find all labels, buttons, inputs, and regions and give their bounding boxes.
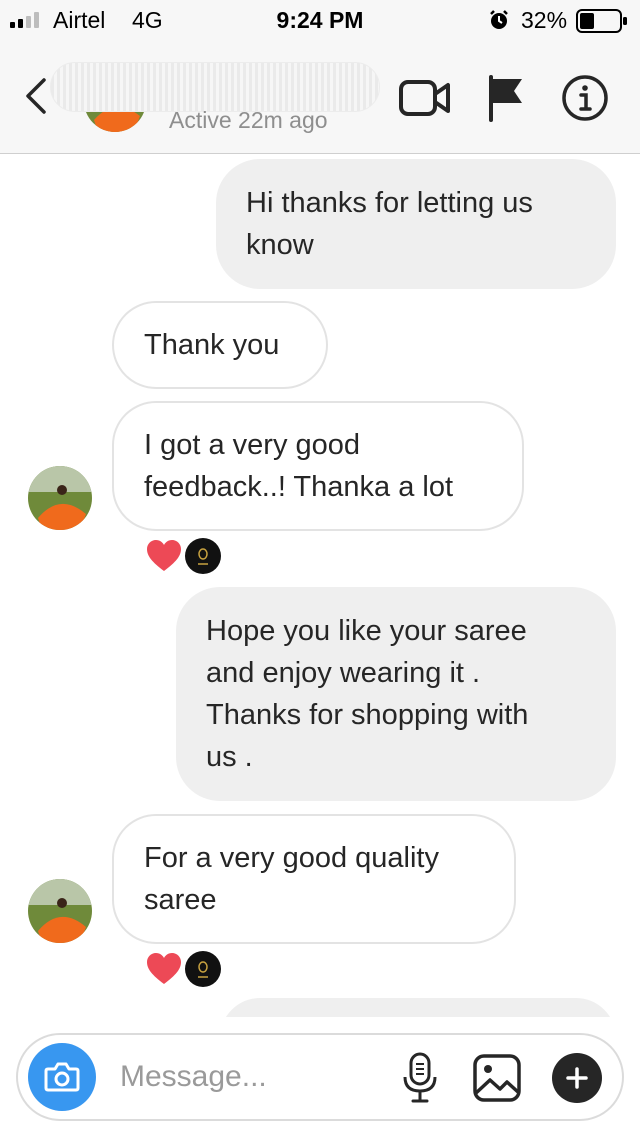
video-call-icon[interactable] xyxy=(398,76,452,120)
message-bubble-received[interactable]: I got a very good feedback..! Thanka a l… xyxy=(112,401,524,531)
message-text-line: and enjoy wearing it . xyxy=(206,657,481,689)
sender-avatar[interactable] xyxy=(28,466,92,530)
camera-icon xyxy=(44,1062,80,1092)
message-bubble-received[interactable]: For a very good quality saree xyxy=(112,814,516,944)
message-text-line: Hi thanks for letting us xyxy=(246,187,533,219)
battery-percentage: 32% xyxy=(521,7,568,33)
gallery-icon[interactable] xyxy=(472,1053,522,1103)
message-bubble-sent[interactable]: Hi thanks for letting us know xyxy=(216,159,616,289)
message-text-line: Hope you like your saree xyxy=(206,615,527,647)
conversation-header: Active 22m ago xyxy=(0,40,640,154)
message-text-line: Thank you xyxy=(144,329,280,361)
alarm-icon xyxy=(490,10,508,29)
reactor-avatar xyxy=(185,538,221,574)
message-bubble-received[interactable]: Thank you xyxy=(112,301,328,389)
message-text-line: Thanks for shopping with xyxy=(206,699,529,731)
info-icon[interactable] xyxy=(561,74,609,122)
reactor-avatar xyxy=(185,951,221,987)
contact-name-redacted xyxy=(50,62,380,112)
message-input[interactable] xyxy=(120,1053,390,1101)
message-text-line: I got a very good xyxy=(144,429,361,461)
microphone-icon[interactable] xyxy=(402,1051,438,1105)
add-icon xyxy=(566,1067,588,1089)
message-composer xyxy=(16,1033,624,1121)
message-text-line: saree xyxy=(144,884,217,916)
message-text-line: know xyxy=(246,229,314,261)
battery-icon xyxy=(576,9,627,33)
heart-reaction-icon[interactable] xyxy=(146,952,182,986)
message-text-line: us . xyxy=(206,741,253,773)
status-bar: Airtel 4G 9:24 PM 32% xyxy=(0,0,640,40)
active-status: Active 22m ago xyxy=(169,107,328,133)
heart-reaction-icon[interactable] xyxy=(146,539,182,573)
flag-icon[interactable] xyxy=(486,74,526,122)
message-text-line: For a very good quality xyxy=(144,842,439,874)
back-icon[interactable] xyxy=(20,74,54,118)
camera-button[interactable] xyxy=(28,1043,96,1111)
add-button[interactable] xyxy=(552,1053,602,1103)
message-bubble-sent[interactable]: Hope you like your saree and enjoy weari… xyxy=(176,587,616,801)
message-bubble-sent-partial[interactable] xyxy=(220,998,616,1017)
message-thread[interactable]: Hi thanks for letting us know Thank you … xyxy=(0,155,640,1017)
message-text-line: feedback..! Thanka a lot xyxy=(144,471,454,503)
sender-avatar[interactable] xyxy=(28,879,92,943)
